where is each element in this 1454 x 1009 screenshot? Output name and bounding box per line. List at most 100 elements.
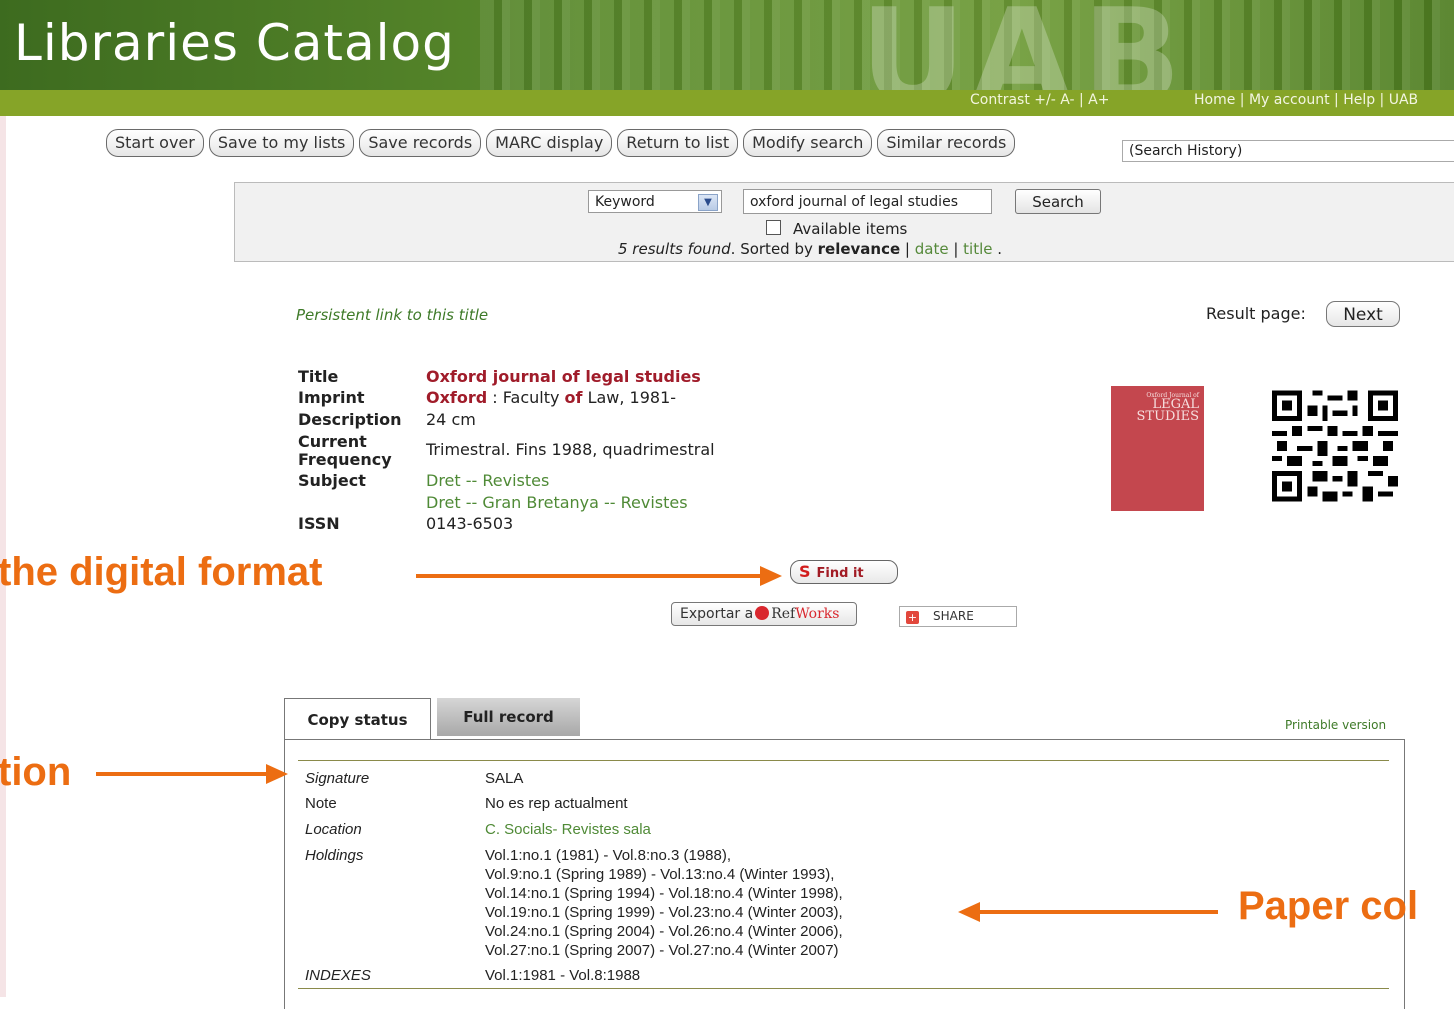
available-items-checkbox[interactable] (766, 220, 781, 235)
imprint-of: of (564, 388, 583, 407)
modify-search-button[interactable]: Modify search (743, 129, 873, 157)
find-it-button[interactable]: S Find it (790, 560, 898, 584)
description-value: 24 cm (426, 410, 476, 429)
search-field-value: Keyword (595, 194, 655, 210)
sort-period: . (992, 240, 1003, 258)
holdings-label: Holdings (305, 847, 364, 864)
sort-separator: | (948, 240, 964, 258)
location-link[interactable]: C. Socials- Revistes sala (485, 821, 651, 838)
next-page-button[interactable]: Next (1326, 301, 1400, 327)
search-field-select[interactable]: Keyword ▼ (588, 190, 722, 213)
title-value: Oxford journal of legal studies (426, 367, 701, 386)
sort-relevance: relevance (817, 240, 901, 258)
share-label: SHARE (933, 609, 974, 623)
marc-display-button[interactable]: MARC display (486, 129, 613, 157)
annotation-arrow-location (96, 772, 268, 776)
help-link[interactable]: Help (1343, 92, 1375, 108)
issn-label: ISSN (298, 514, 340, 533)
sort-date-link[interactable]: date (915, 240, 949, 258)
holdings-line: Vol.14:no.1 (Spring 1994) - Vol.18:no.4 … (485, 885, 843, 902)
results-count: 5 results found (618, 240, 731, 258)
tab-copy-status[interactable]: Copy status (284, 698, 431, 740)
results-summary: 5 results found. Sorted by relevance | d… (618, 240, 1002, 258)
frequency-value: Trimestral. Fins 1988, quadrimestral (426, 440, 715, 459)
home-link[interactable]: Home (1194, 92, 1235, 108)
subject-link[interactable]: Dret -- Gran Bretanya -- Revistes (426, 493, 688, 512)
tab-full-record[interactable]: Full record (437, 698, 580, 736)
indexes-label: INDEXES (305, 967, 371, 984)
banner-uab-watermark: UAB (860, 0, 1192, 90)
page-title: Libraries Catalog (14, 14, 455, 72)
search-history-select[interactable]: (Search History) (1122, 140, 1454, 162)
header-banner: UAB Libraries Catalog (0, 0, 1454, 90)
qr-code-icon (1272, 390, 1398, 502)
holdings-line: Vol.9:no.1 (Spring 1989) - Vol.13:no.4 (… (485, 866, 835, 883)
sorted-by-label: . Sorted by (730, 240, 818, 258)
share-button[interactable]: + SHARE (899, 606, 1017, 627)
holdings-line: Vol.1:no.1 (1981) - Vol.8:no.3 (1988), (485, 847, 731, 864)
persistent-link[interactable]: Persistent link to this title (296, 306, 488, 324)
contrast-controls[interactable]: Contrast +/- A- | A+ (970, 92, 1109, 108)
my-account-link[interactable]: My account (1249, 92, 1330, 108)
frequency-label-line2: Frequency (298, 450, 392, 469)
chevron-down-icon[interactable]: ▼ (698, 194, 718, 211)
header-bar: Contrast +/- A- | A+ Home | My account |… (0, 90, 1454, 116)
save-to-my-lists-button[interactable]: Save to my lists (208, 129, 355, 157)
uab-link[interactable]: UAB (1389, 92, 1418, 108)
imprint-value: Oxford : Faculty of Law, 1981- (426, 388, 676, 407)
note-value: No es rep actualment (485, 795, 628, 812)
record-toolbar: Start over Save to my lists Save records… (106, 129, 1016, 157)
annotation-paper-collection: Paper col (1238, 884, 1419, 928)
top-links: Home | My account | Help | UAB (1194, 92, 1419, 108)
note-label: Note (305, 795, 337, 812)
annotation-arrow-paper (978, 910, 1218, 914)
result-page-label: Result page: (1206, 304, 1306, 323)
indexes-value: Vol.1:1981 - Vol.8:1988 (485, 967, 641, 984)
imprint-label: Imprint (298, 388, 365, 407)
journal-cover-image: Oxford Journal of LEGAL STUDIES (1111, 386, 1204, 511)
holdings-line: Vol.24:no.1 (Spring 2004) - Vol.26:no.4 … (485, 923, 843, 940)
start-over-button[interactable]: Start over (106, 129, 204, 157)
location-label: Location (305, 821, 362, 838)
sort-title-link[interactable]: title (963, 240, 992, 258)
plus-icon: + (906, 611, 919, 624)
export-refworks-button[interactable]: Exportar a RefWorks (671, 602, 857, 626)
subject-link[interactable]: Dret -- Revistes (426, 471, 549, 490)
find-it-label: Find it (816, 566, 864, 581)
signature-value: SALA (485, 770, 524, 787)
available-items-label: Available items (793, 220, 908, 238)
cover-line-3: STUDIES (1136, 409, 1200, 424)
sfx-logo-icon: S (799, 562, 811, 581)
search-input[interactable]: oxford journal of legal studies (743, 189, 992, 214)
return-to-list-button[interactable]: Return to list (617, 129, 739, 157)
export-label: Exportar a (680, 606, 754, 622)
copy-status-panel (284, 739, 1405, 1009)
printable-version-link[interactable]: Printable version (1285, 718, 1386, 732)
refworks-ref: Ref (771, 606, 796, 622)
imprint-publisher-b: Law, 1981- (582, 388, 677, 407)
arrow-right-icon (266, 764, 288, 784)
save-records-button[interactable]: Save records (359, 129, 482, 157)
arrow-right-icon (760, 566, 782, 586)
arrow-left-icon (958, 902, 980, 922)
annotation-digital-format: the digital format (0, 550, 323, 594)
holdings-line: Vol.27:no.1 (Spring 2007) - Vol.27:no.4 … (485, 942, 839, 959)
annotation-location: tion (0, 750, 72, 794)
divider (298, 988, 1389, 989)
divider (298, 760, 1389, 761)
imprint-publisher-a: : Faculty (487, 388, 565, 407)
available-items-option: Available items (766, 220, 907, 238)
issn-value: 0143-6503 (426, 514, 514, 533)
refworks-works: Works (795, 606, 840, 622)
sort-separator: | (900, 240, 915, 258)
subject-label: Subject (298, 471, 366, 490)
annotation-arrow-digital (416, 574, 762, 578)
search-button[interactable]: Search (1015, 189, 1101, 214)
frequency-label-line1: Current (298, 432, 367, 451)
similar-records-button[interactable]: Similar records (877, 129, 1016, 157)
title-label: Title (298, 367, 339, 386)
description-label: Description (298, 410, 402, 429)
refworks-logo-icon (755, 606, 770, 620)
imprint-place: Oxford (426, 388, 488, 407)
holdings-line: Vol.19:no.1 (Spring 1999) - Vol.23:no.4 … (485, 904, 843, 921)
